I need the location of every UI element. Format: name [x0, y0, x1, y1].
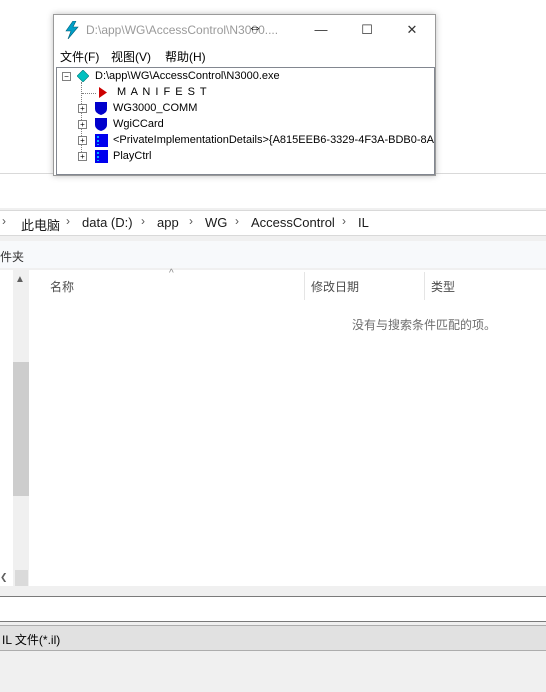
- tree-node-label: <PrivateImplementationDetails>{A815EEB6-…: [113, 134, 435, 146]
- dialog-command-bar: 件夹: [0, 241, 546, 268]
- assembly-tree: − D:\app\WG\AccessControl\N3000.exe M A …: [56, 67, 435, 175]
- tree-node-label: WgiCCard: [113, 118, 164, 130]
- tree-connector: [82, 93, 96, 94]
- class-box-icon: [95, 150, 108, 163]
- nav-scrollbar-thumb[interactable]: [13, 362, 29, 496]
- tree-node-namespace[interactable]: + WG3000_COMM: [59, 101, 429, 117]
- assembly-diamond-icon: [77, 70, 89, 82]
- menu-help[interactable]: 帮助(H): [165, 48, 206, 65]
- namespace-shield-icon: [95, 118, 107, 131]
- tree-node-label: PlayCtrl: [113, 150, 152, 162]
- file-list: ^ 名称 修改日期 类型 没有与搜索条件匹配的项。: [29, 268, 546, 586]
- breadcrumb[interactable]: › 此电脑 › data (D:) › app › WG › AccessCon…: [0, 210, 546, 236]
- breadcrumb-item-this-pc[interactable]: 此电脑: [21, 215, 60, 234]
- close-button[interactable]: ✕: [389, 15, 435, 45]
- tree-node-label: M A N I F E S T: [117, 86, 208, 98]
- breadcrumb-item-app[interactable]: app: [157, 215, 179, 230]
- resize-cursor-icon: ⇔: [248, 19, 262, 35]
- manifest-triangle-icon: [99, 87, 107, 98]
- class-box-icon: [95, 134, 108, 147]
- tree-node-namespace[interactable]: + WgiCCard: [59, 117, 429, 133]
- breadcrumb-item-drive[interactable]: data (D:): [82, 215, 133, 230]
- tree-node-label: WG3000_COMM: [113, 102, 198, 114]
- column-divider[interactable]: [304, 272, 305, 300]
- chevron-right-icon[interactable]: ›: [2, 214, 6, 228]
- scroll-right-button[interactable]: [15, 570, 28, 586]
- expand-icon[interactable]: +: [78, 136, 87, 145]
- menu-bar: 文件(F) 视图(V) 帮助(H): [54, 45, 435, 65]
- breadcrumb-item-il[interactable]: IL: [358, 215, 369, 230]
- tree-node-class[interactable]: + <PrivateImplementationDetails>{A815EEB…: [59, 133, 434, 149]
- menu-view[interactable]: 视图(V): [111, 48, 151, 65]
- chevron-right-icon[interactable]: ›: [235, 214, 239, 228]
- maximize-button[interactable]: ☐: [344, 15, 390, 45]
- chevron-right-icon[interactable]: ›: [141, 214, 145, 228]
- column-header-type[interactable]: 类型: [431, 278, 455, 295]
- title-bar[interactable]: D:\app\WG\AccessControl\N3000.... ⇔ — ☐ …: [54, 15, 435, 45]
- file-type-select-value: IL 文件(*.il): [2, 633, 61, 647]
- chevron-right-icon[interactable]: ›: [189, 214, 193, 228]
- column-header-date-modified[interactable]: 修改日期: [311, 278, 359, 295]
- tree-node-manifest[interactable]: M A N I F E S T: [59, 85, 429, 101]
- tree-node-label: D:\app\WG\AccessControl\N3000.exe: [95, 70, 280, 82]
- collapse-icon[interactable]: −: [62, 72, 71, 81]
- ildasm-app-icon: [65, 21, 79, 39]
- ildasm-window: D:\app\WG\AccessControl\N3000.... ⇔ — ☐ …: [53, 14, 436, 176]
- file-name-input[interactable]: [0, 596, 546, 622]
- chevron-up-icon[interactable]: ▲: [15, 274, 25, 285]
- sort-ascending-icon: ^: [169, 268, 174, 279]
- tree-node-root[interactable]: − D:\app\WG\AccessControl\N3000.exe: [59, 69, 429, 85]
- namespace-shield-icon: [95, 102, 107, 115]
- navigation-pane: ▲ ❮: [0, 270, 29, 586]
- expand-icon[interactable]: +: [78, 120, 87, 129]
- new-folder-button-fragment[interactable]: 件夹: [0, 248, 24, 265]
- column-header-name[interactable]: 名称: [50, 278, 74, 295]
- empty-message: 没有与搜索条件匹配的项。: [352, 318, 497, 332]
- breadcrumb-item-wg[interactable]: WG: [205, 215, 227, 230]
- expand-icon[interactable]: +: [78, 104, 87, 113]
- minimize-button[interactable]: —: [298, 15, 344, 45]
- column-divider[interactable]: [424, 272, 425, 300]
- dialog-toolbar-area: [0, 174, 546, 208]
- expand-icon[interactable]: +: [78, 152, 87, 161]
- tree-node-class[interactable]: + PlayCtrl: [59, 149, 429, 165]
- chevron-left-icon[interactable]: ❮: [0, 572, 8, 583]
- breadcrumb-item-accesscontrol[interactable]: AccessControl: [251, 215, 335, 230]
- chevron-right-icon[interactable]: ›: [66, 214, 70, 228]
- chevron-right-icon[interactable]: ›: [342, 214, 346, 228]
- menu-file[interactable]: 文件(F): [60, 48, 99, 65]
- file-type-select[interactable]: IL 文件(*.il): [0, 625, 546, 651]
